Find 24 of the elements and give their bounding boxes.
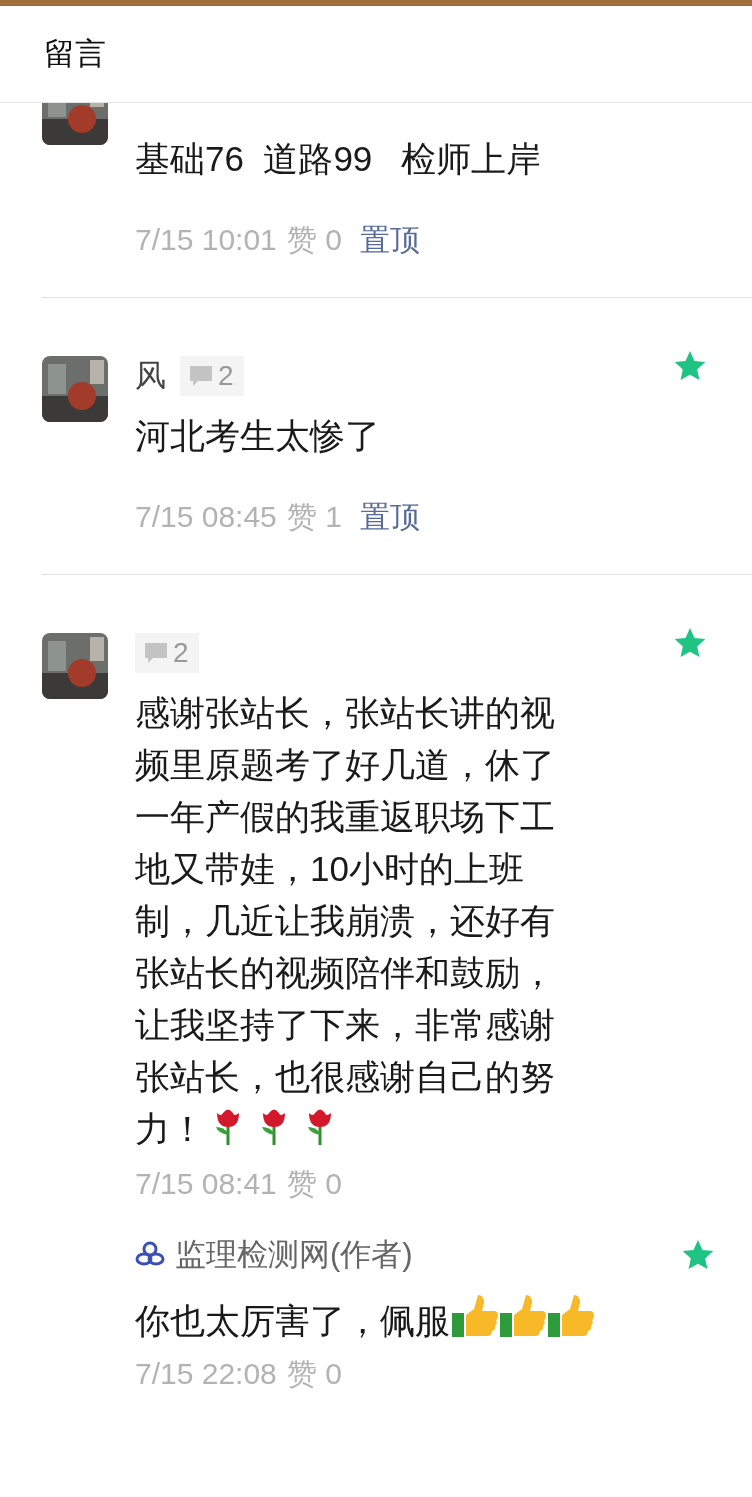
thumbs-up-icon xyxy=(450,1292,498,1339)
comment-text: 基础76 道路99 检师上岸 xyxy=(135,138,543,180)
like-count[interactable]: 赞 0 xyxy=(286,1350,342,1396)
author-name: 监理检测网(作者) xyxy=(175,1236,413,1274)
header-title: 留言 xyxy=(44,34,106,73)
like-count[interactable]: 赞 1 xyxy=(286,494,342,539)
comment-text: 感谢张站长，张站长讲的视频里原题考了好几道，休了一年产假的我重返职场下工地又带娃，10小时的上班制，几近让我崩溃，还好有张站长的视频陪伴和鼓励，让我坚持了下来，非常感谢张站长，也很感谢自己的努力！ xyxy=(135,692,556,1150)
comment-icon xyxy=(190,366,212,386)
comment-time: 7/15 10:01 xyxy=(135,222,277,258)
reply-count-badge[interactable]: 2 xyxy=(135,633,199,673)
pin-link[interactable]: 置顶 xyxy=(359,494,420,539)
thumbs-up-icon xyxy=(498,1292,546,1339)
comment-text: 河北考生太惨了 xyxy=(135,415,381,457)
comment-icon xyxy=(145,643,167,663)
comment-time: 7/15 22:08 xyxy=(135,1355,277,1392)
thumbs-up-icon xyxy=(546,1292,594,1339)
like-count[interactable]: 赞 0 xyxy=(286,217,342,262)
comment-time: 7/15 08:45 xyxy=(135,499,277,535)
comment-text: 你也太厉害了，佩服 xyxy=(135,1292,595,1347)
pin-link[interactable]: 置顶 xyxy=(359,217,420,262)
comment-time: 7/15 08:41 xyxy=(135,1166,277,1202)
like-count[interactable]: 赞 0 xyxy=(286,1161,342,1206)
user-name: 风 xyxy=(135,356,166,395)
reply-count-badge[interactable]: 2 xyxy=(180,356,244,396)
